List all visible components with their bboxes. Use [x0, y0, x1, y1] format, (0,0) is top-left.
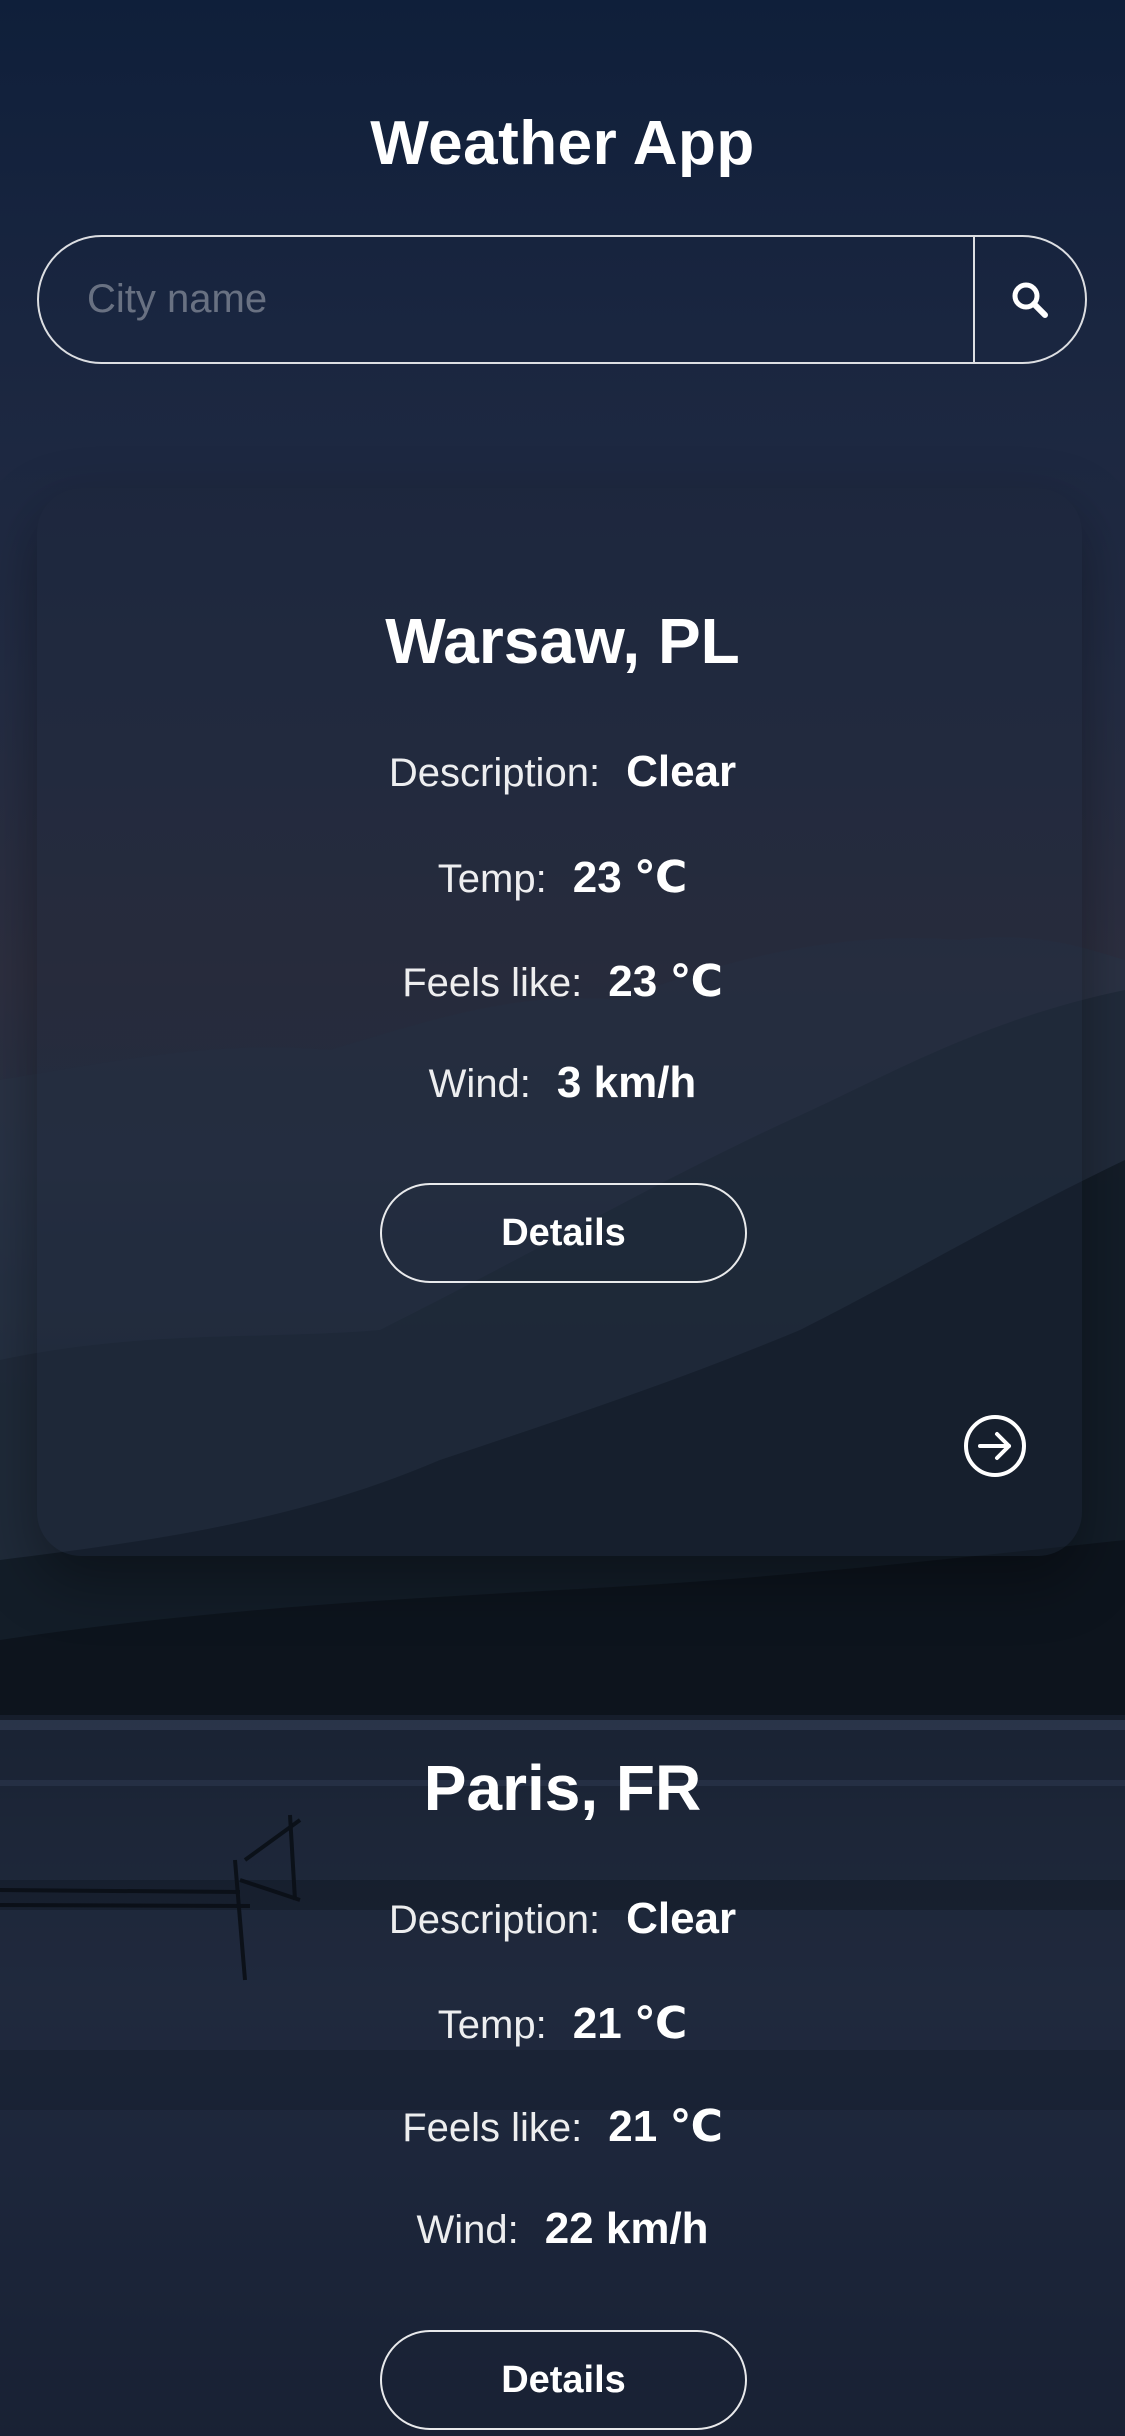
feels-like-value: 23 ℃	[608, 957, 723, 1006]
temp-label: Temp:	[437, 2003, 547, 2047]
search-bar	[37, 235, 1087, 364]
arrow-right-circle-icon	[964, 1415, 1026, 1477]
next-card-button[interactable]	[962, 1413, 1028, 1479]
details-button[interactable]: Details	[380, 1183, 747, 1283]
wind-value: 22 km/h	[544, 2204, 709, 2253]
city-search-input[interactable]	[39, 237, 973, 362]
description-value: Clear	[626, 1894, 737, 1943]
temp-row: Temp: 21 ℃	[0, 1998, 1125, 2049]
description-label: Description:	[388, 1898, 601, 1942]
feels-like-row: Feels like: 23 ℃	[0, 956, 1125, 1007]
temp-value: 23 ℃	[572, 853, 688, 902]
wind-label: Wind:	[416, 2208, 519, 2252]
wind-row: Wind: 3 km/h	[0, 1058, 1125, 1108]
temp-label: Temp:	[437, 857, 547, 901]
wind-label: Wind:	[428, 1062, 531, 1106]
wind-value: 3 km/h	[556, 1058, 697, 1107]
feels-like-value: 21 ℃	[608, 2102, 723, 2151]
description-value: Clear	[626, 747, 737, 796]
description-row: Description: Clear	[0, 1894, 1125, 1944]
feels-like-label: Feels like:	[402, 961, 583, 1005]
city-name: Warsaw, PL	[385, 605, 740, 677]
search-button[interactable]	[973, 237, 1085, 362]
description-row: Description: Clear	[0, 747, 1125, 797]
app-title: Weather App	[370, 109, 755, 178]
feels-like-row: Feels like: 21 ℃	[0, 2101, 1125, 2152]
wind-row: Wind: 22 km/h	[0, 2204, 1125, 2254]
temp-row: Temp: 23 ℃	[0, 852, 1125, 903]
city-name: Paris, FR	[423, 1752, 702, 1824]
details-button[interactable]: Details	[380, 2330, 747, 2430]
search-icon	[1012, 282, 1048, 318]
feels-like-label: Feels like:	[402, 2106, 583, 2150]
temp-value: 21 ℃	[572, 1999, 688, 2048]
description-label: Description:	[388, 751, 601, 795]
